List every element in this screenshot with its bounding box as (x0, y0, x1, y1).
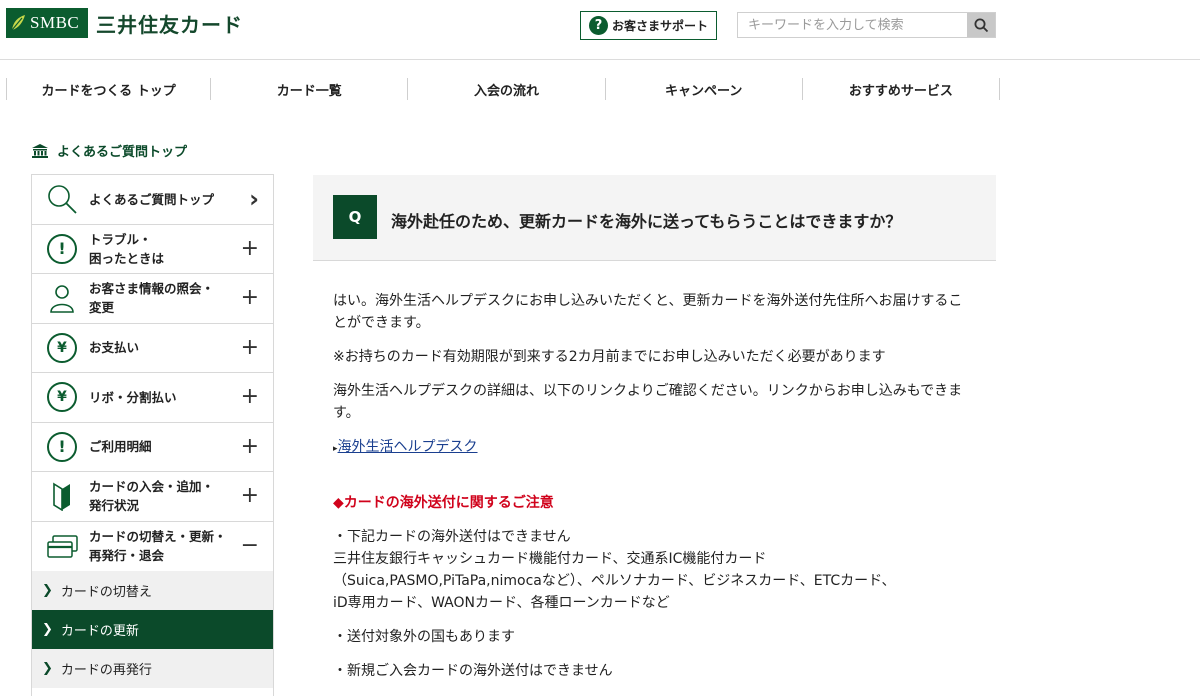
site-header: SMBC 三井住友カード ? お客さまサポート (0, 0, 1200, 60)
smbc-logo-text: SMBC (30, 13, 80, 32)
global-nav: カードをつくる トップ カード一覧 入会の流れ キャンペーン おすすめサービス (0, 78, 1000, 100)
sidebar-item-label: カードの切替え・更新・ 再発行・退会 (89, 529, 227, 564)
answer-note: ※お持ちのカード有効期限が到来する2カ月前までにお申し込みいただく必要があります (333, 349, 886, 365)
plus-icon: + (240, 285, 259, 311)
chevron-right-icon: ❯ (42, 661, 53, 676)
answer-paragraph: 海外生活ヘルプデスクの詳細は、以下のリンクよりご確認ください。リンクからお申し込… (333, 383, 963, 421)
sidebar-item-label: よくあるご質問トップ (89, 191, 215, 207)
question-icon: ? (588, 16, 608, 35)
exclamation-icon: ! (47, 233, 77, 264)
sidebar-subitem-label: カードの切替え (60, 585, 152, 600)
gnav-divider (998, 78, 1000, 100)
plus-icon: + (240, 235, 259, 261)
caution-line: iD専用カード、WAONカード、各種ローンカードなど (333, 595, 670, 611)
breadcrumb-label: よくあるご質問トップ (57, 145, 188, 160)
chevron-right-icon: ❯ (42, 622, 53, 637)
customer-support-button[interactable]: ? お客さまサポート (580, 11, 717, 40)
sidebar-item-customer-info[interactable]: お客さま情報の照会・ 変更 + (32, 274, 273, 324)
sidebar-subitem-card-switch[interactable]: ❯ カードの切替え (32, 571, 273, 610)
gnav-item-card-list[interactable]: カード一覧 (210, 78, 407, 100)
person-icon (50, 285, 74, 314)
sidebar-item-label: トラブル・ 困ったときは (89, 231, 165, 266)
search-box (737, 12, 996, 38)
caution-line: ・下記カードの海外送付はできません (333, 529, 571, 545)
sidebar-item-faq-top[interactable]: よくあるご質問トップ › (32, 175, 273, 225)
sidebar-item-label: ご利用明細 (89, 439, 152, 455)
gnav-item-campaign[interactable]: キャンペーン (604, 78, 802, 100)
caution-heading: ◆カードの海外送付に関するご注意 (333, 495, 554, 511)
sidebar-subitem-label: カードの再発行 (60, 663, 152, 678)
search-icon (974, 18, 988, 32)
yen-icon: ¥ (47, 332, 77, 363)
search-button[interactable] (967, 13, 995, 37)
yen-icon: ¥ (47, 382, 77, 413)
gnav-item-application-flow[interactable]: 入会の流れ (407, 78, 604, 100)
plus-icon: + (240, 384, 259, 410)
sidebar-item-statement[interactable]: ! ご利用明細 + (32, 423, 273, 472)
cards-icon (47, 535, 78, 558)
brand-name: 三井住友カード (96, 12, 243, 37)
minus-icon: − (240, 533, 259, 559)
question-badge: Q (333, 195, 377, 239)
exclamation-icon: ! (47, 431, 77, 462)
caution-line: 三井住友銀行キャッシュカード機能付カード、交通系IC機能付カード (333, 551, 767, 567)
search-input[interactable] (738, 13, 967, 37)
sidebar-subitem-card-renewal[interactable]: ❯ カードの更新 (32, 610, 273, 649)
customer-support-label: お客さまサポート (611, 19, 708, 33)
sidebar-subitem-label: カードの更新 (60, 624, 139, 639)
leaf-icon (11, 15, 25, 31)
plus-icon: + (240, 433, 259, 459)
smbc-logo-box: SMBC (6, 8, 88, 38)
sidebar-item-label: カードの入会・追加・ 発行状況 (89, 479, 215, 514)
sidebar-subitem-card-reissue[interactable]: ❯ カードの再発行 (32, 649, 273, 688)
sidebar-item-trouble[interactable]: ! トラブル・ 困ったときは + (32, 225, 273, 274)
sidebar-item-card-application[interactable]: カードの入会・追加・ 発行状況 + (32, 472, 273, 522)
plus-icon: + (240, 334, 259, 360)
question-title: 海外赴任のため、更新カードを海外に送ってもらうことはできますか？ (391, 212, 902, 231)
caution-note: ・送付対象外の国もあります (333, 629, 515, 645)
help-desk-link-row: ▸海外生活ヘルプデスク (333, 436, 478, 460)
site-logo[interactable]: SMBC 三井住友カード (6, 8, 243, 38)
plus-icon: + (240, 483, 259, 509)
gnav-item-card-top[interactable]: カードをつくる トップ (6, 78, 210, 100)
caution-line: （Suica,PASMO,PiTaPa,nimocaなど）、ペルソナカード、ビジ… (333, 573, 896, 589)
chevron-right-icon: ❯ (42, 583, 53, 598)
sidebar-item-revolving[interactable]: ¥ リボ・分割払い + (32, 373, 273, 423)
chevron-right-icon: › (249, 185, 259, 214)
faq-sidebar: よくあるご質問トップ › ! トラブル・ 困ったときは + お客さま情報の照会・… (31, 174, 274, 696)
help-desk-link[interactable]: 海外生活ヘルプデスク (338, 439, 478, 455)
search-icon (48, 185, 77, 214)
sidebar-item-label: リボ・分割払い (89, 389, 177, 405)
bank-icon (32, 143, 48, 158)
beginner-mark-icon (53, 482, 70, 512)
caution-note: ・新規ご入会カードの海外送付はできません (333, 663, 613, 679)
breadcrumb-faq-top[interactable]: よくあるご質問トップ (32, 141, 187, 160)
sidebar-item-payment[interactable]: ¥ お支払い + (32, 324, 273, 373)
gnav-item-recommended-services[interactable]: おすすめサービス (801, 78, 999, 100)
sidebar-item-card-switch[interactable]: カードの切替え・更新・ 再発行・退会 − (32, 522, 273, 572)
sidebar-item-label: お客さま情報の照会・ 変更 (89, 281, 215, 316)
question-header: Q 海外赴任のため、更新カードを海外に送ってもらうことはできますか？ (313, 175, 996, 261)
answer-paragraph: はい。海外生活ヘルプデスクにお申し込みいただくと、更新カードを海外送付先住所へお… (333, 293, 963, 331)
sidebar-item-label: お支払い (89, 340, 140, 356)
caution-list: ・下記カードの海外送付はできません 三井住友銀行キャッシュカード機能付カード、交… (333, 526, 896, 614)
